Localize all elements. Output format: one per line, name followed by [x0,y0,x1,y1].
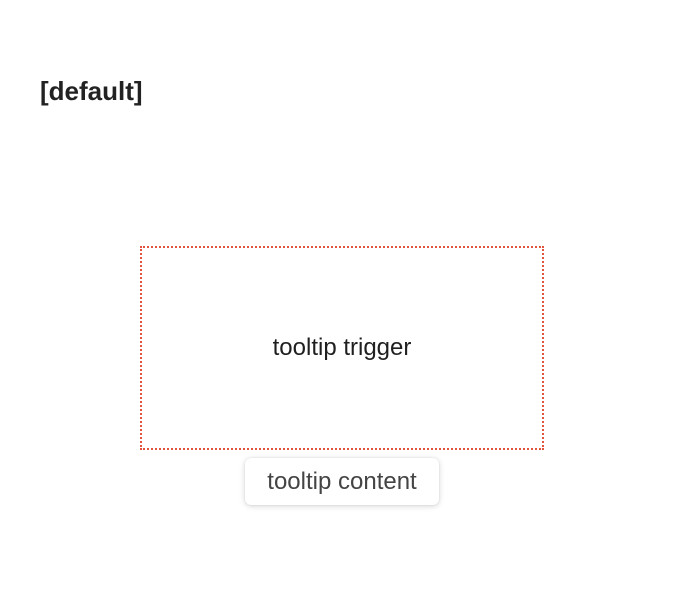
variant-heading: [default] [40,76,143,106]
tooltip-popup: tooltip content [245,458,439,505]
tooltip-content-text: tooltip content [267,467,417,495]
page: [default] tooltip trigger tooltip conten… [0,0,684,590]
tooltip-trigger[interactable]: tooltip trigger [140,246,544,450]
tooltip-trigger-label: tooltip trigger [272,334,412,361]
